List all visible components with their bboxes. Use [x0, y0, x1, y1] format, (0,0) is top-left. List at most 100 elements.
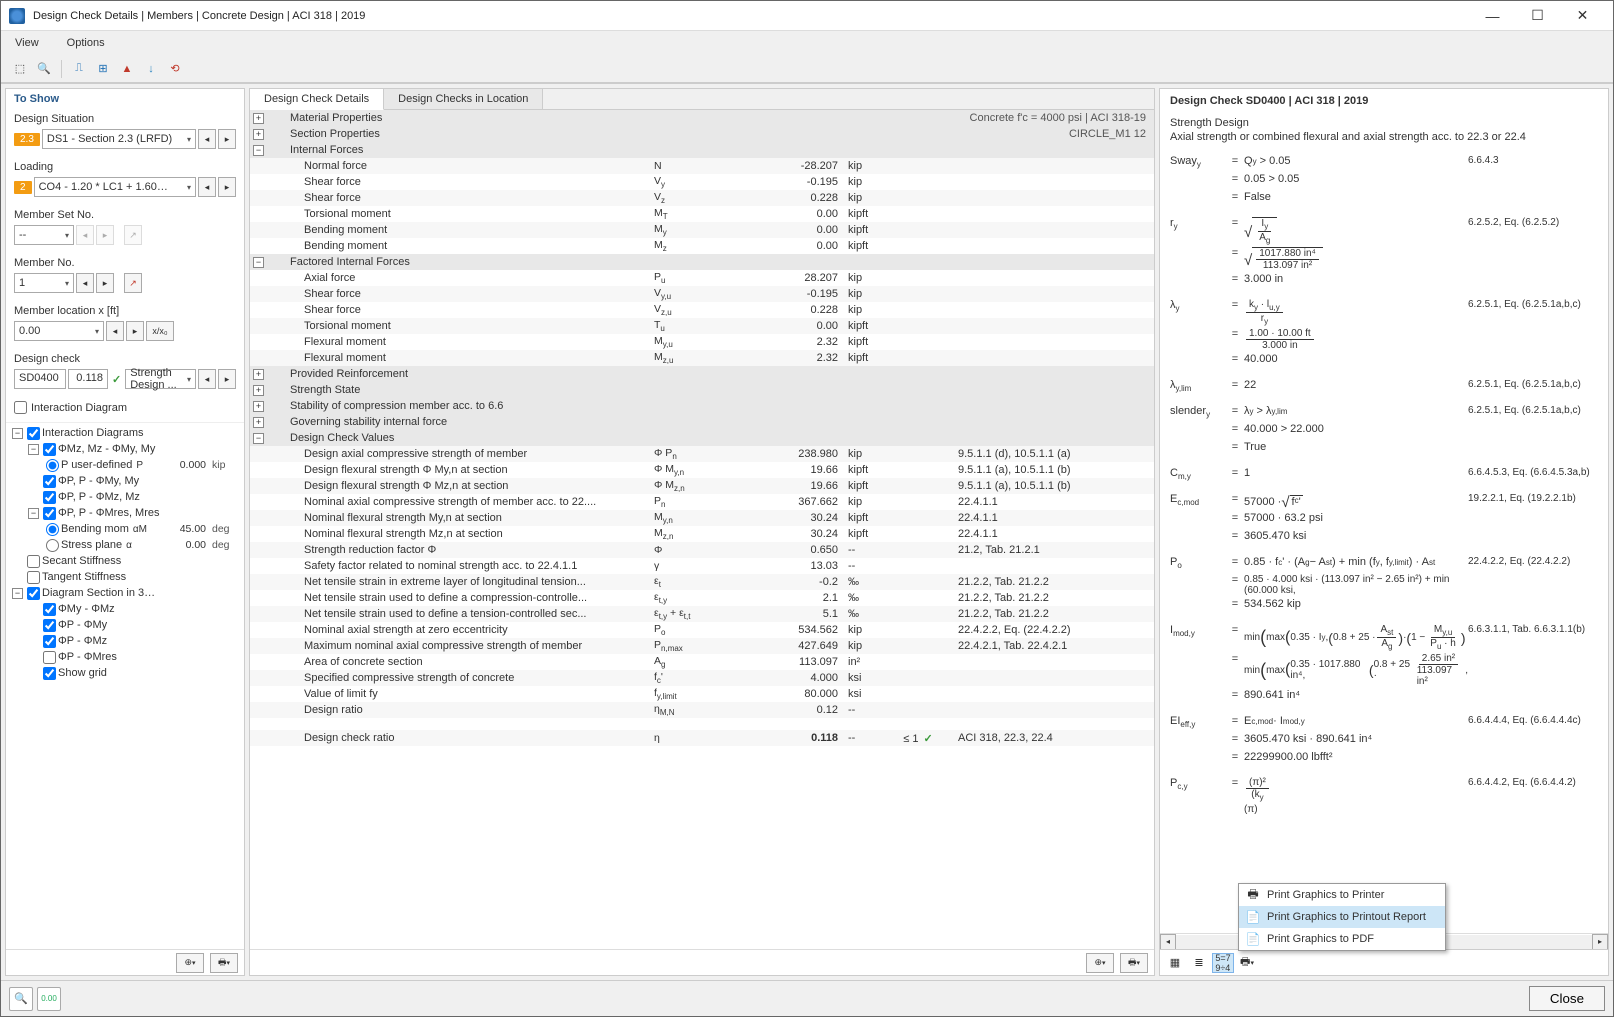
print-to-printer[interactable]: 🖶Print Graphics to Printer: [1239, 884, 1445, 906]
tree-item[interactable]: ΦP, P - ΦMz, Mz: [8, 489, 242, 505]
grid-row[interactable]: Specified compressive strength of concre…: [250, 670, 1154, 686]
tree-item[interactable]: ΦP - ΦMres: [8, 649, 242, 665]
tree-toggle-icon[interactable]: −: [28, 444, 39, 455]
interaction-diagram-checkbox[interactable]: Interaction Diagram: [14, 401, 236, 414]
grid-row[interactable]: Shear forceVy,u-0.195kip: [250, 286, 1154, 302]
loading-combo[interactable]: CO4 - 1.20 * LC1 + 1.60 * LC2 + ...▾: [34, 177, 196, 197]
tree-radio[interactable]: [46, 459, 59, 472]
section-header[interactable]: +Section PropertiesCIRCLE_M1 12: [250, 126, 1154, 142]
section-toggle-icon[interactable]: +: [253, 401, 264, 412]
tree-checkbox[interactable]: [43, 651, 56, 664]
tree-item[interactable]: Show grid: [8, 665, 242, 681]
tree-checkbox[interactable]: [43, 619, 56, 632]
rp-tool-print-icon[interactable]: 🖶▾: [1236, 953, 1258, 973]
section-header[interactable]: +Material PropertiesConcrete f'c = 4000 …: [250, 110, 1154, 126]
lp-tool-print-icon[interactable]: 🖶▾: [210, 953, 238, 973]
bb-precision-icon[interactable]: 0.00: [37, 987, 61, 1011]
section-header[interactable]: −Design Check Values: [250, 430, 1154, 446]
tree-item[interactable]: Tangent Stiffness: [8, 569, 242, 585]
grid-row[interactable]: Design flexural strength Φ Mz,n at secti…: [250, 478, 1154, 494]
tree-toggle-icon[interactable]: −: [28, 508, 39, 519]
tree-checkbox[interactable]: [43, 475, 56, 488]
nav-next-button[interactable]: ▸: [218, 177, 236, 197]
tree-item[interactable]: P user-definedP0.000kip: [8, 457, 242, 473]
tree-item[interactable]: ΦMy - ΦMz: [8, 601, 242, 617]
lp-tool-1-icon[interactable]: ⊕▾: [176, 953, 204, 973]
tree-item[interactable]: − Interaction Diagrams: [8, 425, 242, 441]
grid-row[interactable]: Maximum nominal axial compressive streng…: [250, 638, 1154, 654]
design-situation-combo[interactable]: DS1 - Section 2.3 (LRFD)▾: [42, 129, 196, 149]
section-toggle-icon[interactable]: −: [253, 257, 264, 268]
grid-row[interactable]: Shear forceVz0.228kip: [250, 190, 1154, 206]
tree-item[interactable]: ΦP, P - ΦMy, My: [8, 473, 242, 489]
menu-options[interactable]: Options: [61, 35, 111, 51]
section-toggle-icon[interactable]: −: [253, 433, 264, 444]
grid-row[interactable]: Bending momentMy0.00kipft: [250, 222, 1154, 238]
section-header[interactable]: +Stability of compression member acc. to…: [250, 398, 1154, 414]
grid-row[interactable]: Torsional momentMT0.00kipft: [250, 206, 1154, 222]
section-toggle-icon[interactable]: +: [253, 385, 264, 396]
location-ratio-button[interactable]: x/x₀: [146, 321, 174, 341]
grid-row[interactable]: Flexural momentMy,u2.32kipft: [250, 334, 1154, 350]
tree-radio[interactable]: [46, 523, 59, 536]
tree-toggle-icon[interactable]: −: [12, 588, 23, 599]
interaction-tree[interactable]: − Interaction Diagrams− ΦMz, Mz - ΦMy, M…: [6, 422, 244, 949]
cp-tool-print-icon[interactable]: 🖶▾: [1120, 953, 1148, 973]
nav-prev-button[interactable]: ◂: [106, 321, 124, 341]
details-grid[interactable]: +Material PropertiesConcrete f'c = 4000 …: [250, 110, 1154, 949]
section-toggle-icon[interactable]: −: [253, 145, 264, 156]
tree-checkbox[interactable]: [27, 555, 40, 568]
nav-prev-button[interactable]: ◂: [76, 273, 94, 293]
menu-view[interactable]: View: [9, 35, 45, 51]
grid-row[interactable]: Torsional momentTu0.00kipft: [250, 318, 1154, 334]
cp-tool-1-icon[interactable]: ⊕▾: [1086, 953, 1114, 973]
nav-next-button[interactable]: ▸: [126, 321, 144, 341]
tree-checkbox[interactable]: [27, 427, 40, 440]
tree-checkbox[interactable]: [43, 635, 56, 648]
nav-prev-button[interactable]: ◂: [198, 129, 216, 149]
tree-item[interactable]: − ΦMz, Mz - ΦMy, My: [8, 441, 242, 457]
grid-row[interactable]: Axial forcePu28.207kip: [250, 270, 1154, 286]
grid-row[interactable]: Shear forceVz,u0.228kip: [250, 302, 1154, 318]
tool-supports-icon[interactable]: ▲: [116, 58, 138, 80]
section-toggle-icon[interactable]: +: [253, 369, 264, 380]
tree-checkbox[interactable]: [43, 491, 56, 504]
close-button[interactable]: Close: [1529, 986, 1605, 1011]
tree-toggle-icon[interactable]: −: [12, 428, 23, 439]
section-toggle-icon[interactable]: +: [253, 129, 264, 140]
grid-row[interactable]: Area of concrete sectionAg113.097in²: [250, 654, 1154, 670]
grid-row[interactable]: Shear forceVy-0.195kip: [250, 174, 1154, 190]
tab-design-check-details[interactable]: Design Check Details: [250, 89, 384, 110]
tool-member-icon[interactable]: ⎍: [68, 58, 90, 80]
tree-item[interactable]: ΦP - ΦMy: [8, 617, 242, 633]
section-header[interactable]: +Provided Reinforcement: [250, 366, 1154, 382]
tree-checkbox[interactable]: [27, 571, 40, 584]
grid-row[interactable]: Nominal flexural strength Mz,n at sectio…: [250, 526, 1154, 542]
grid-row[interactable]: Net tensile strain used to define a comp…: [250, 590, 1154, 606]
tree-checkbox[interactable]: [43, 603, 56, 616]
nav-next-button[interactable]: ▸: [218, 369, 236, 389]
tool-nodes-icon[interactable]: ⊞: [92, 58, 114, 80]
pick-member-set-icon[interactable]: ↗: [124, 225, 142, 245]
section-header[interactable]: +Governing stability internal force: [250, 414, 1154, 430]
grid-row[interactable]: Flexural momentMz,u2.32kipft: [250, 350, 1154, 366]
tool-loads-icon[interactable]: ↓: [140, 58, 162, 80]
grid-row[interactable]: Value of limit fyfy,limit80.000ksi: [250, 686, 1154, 702]
tree-item[interactable]: Stress planeα0.00deg: [8, 537, 242, 553]
scroll-right-icon[interactable]: ▸: [1592, 934, 1608, 950]
tree-checkbox[interactable]: [43, 443, 56, 456]
tree-radio[interactable]: [46, 539, 59, 552]
grid-row[interactable]: Bending momentMz0.00kipft: [250, 238, 1154, 254]
grid-row[interactable]: Strength reduction factor ΦΦ0.650--21.2,…: [250, 542, 1154, 558]
tool-search-icon[interactable]: 🔍: [33, 58, 55, 80]
nav-next-button[interactable]: ▸: [96, 225, 114, 245]
tree-checkbox[interactable]: [27, 587, 40, 600]
print-to-report[interactable]: 📄Print Graphics to Printout Report: [1239, 906, 1445, 928]
tab-design-checks-location[interactable]: Design Checks in Location: [384, 89, 543, 109]
grid-row[interactable]: Design axial compressive strength of mem…: [250, 446, 1154, 462]
member-location-input[interactable]: 0.00▾: [14, 321, 104, 341]
minimize-button[interactable]: —: [1470, 1, 1515, 31]
tool-select-icon[interactable]: ⬚: [9, 58, 31, 80]
tree-item[interactable]: ΦP - ΦMz: [8, 633, 242, 649]
rp-body[interactable]: Strength Design Axial strength or combin…: [1160, 113, 1608, 933]
